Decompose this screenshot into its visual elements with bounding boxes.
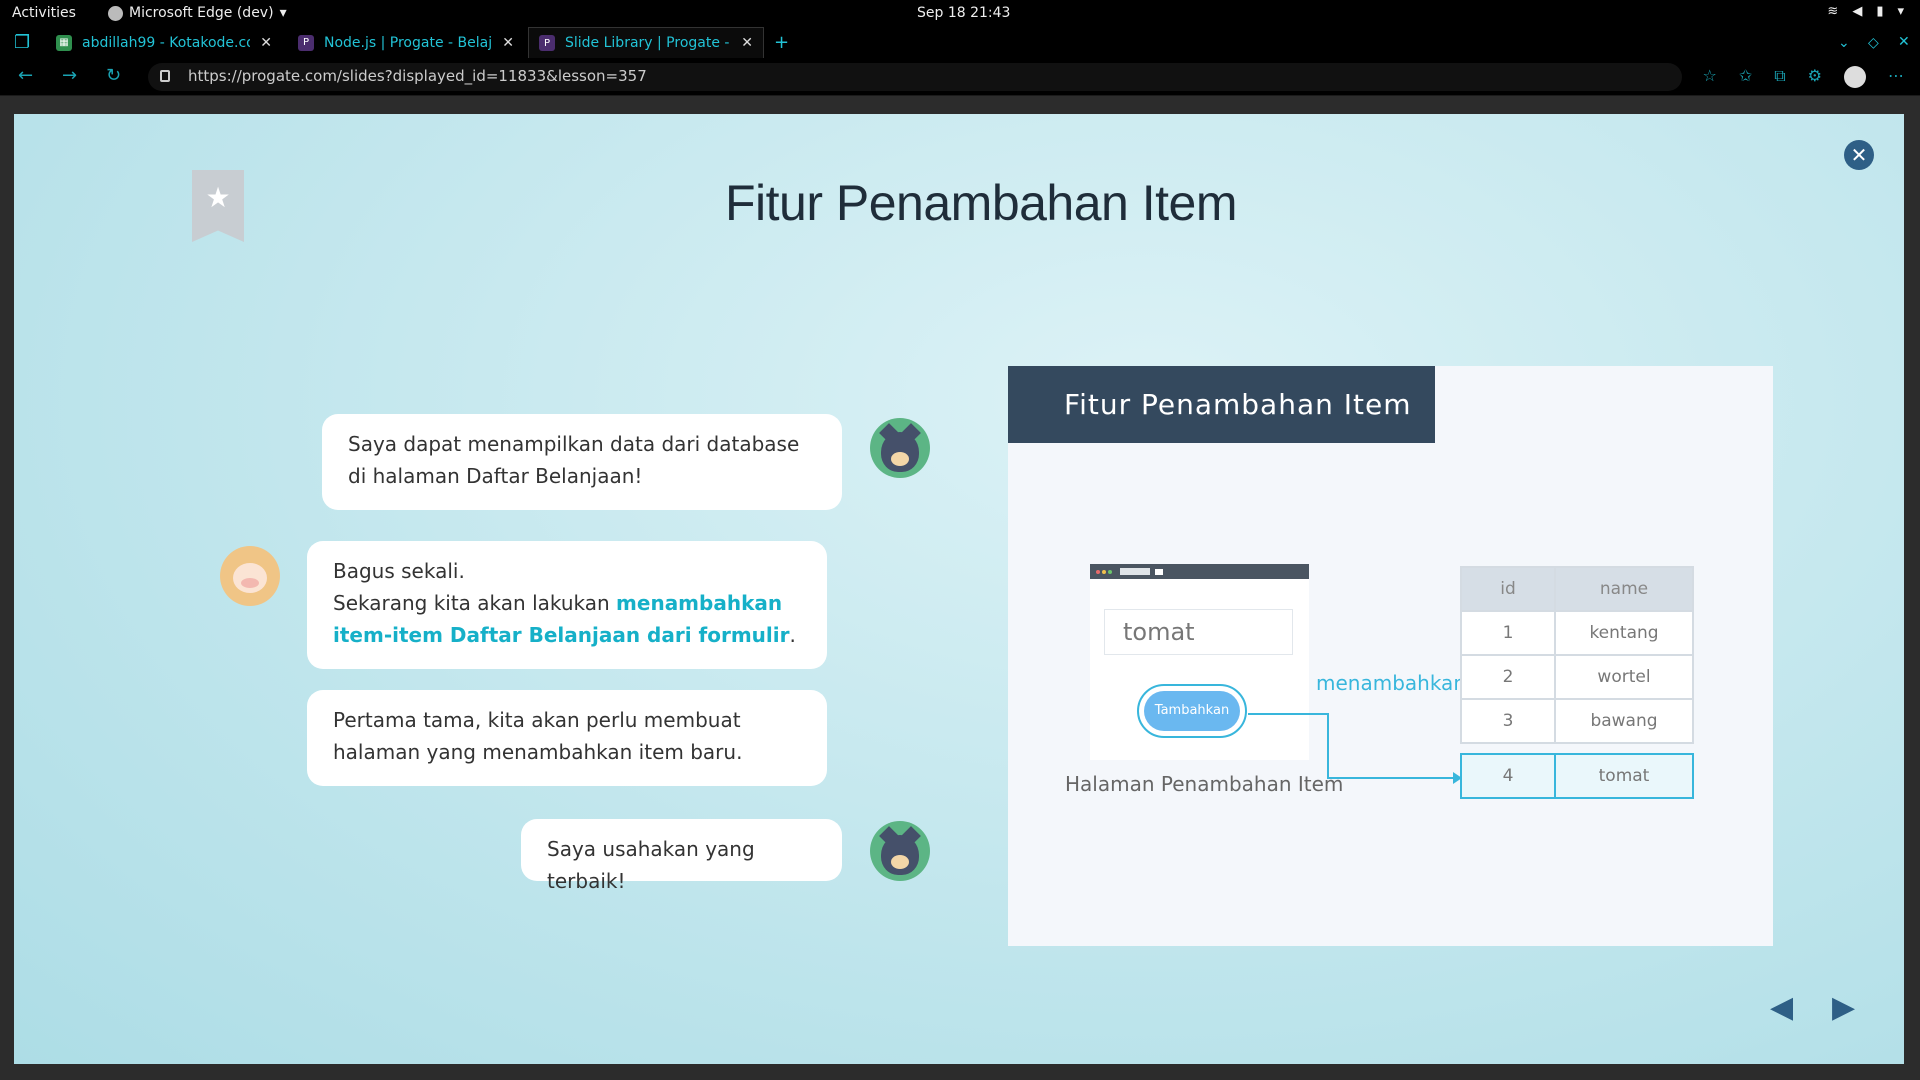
table-cell: tomat	[1554, 753, 1694, 799]
progate-favicon-icon: P	[539, 35, 555, 51]
chat-bubble: Saya usahakan yang terbaik!	[521, 819, 842, 893]
extensions-icon[interactable]: ⚙	[1808, 66, 1822, 88]
flow-arrow	[1248, 713, 1462, 784]
message-text: Bagus sekali.	[333, 559, 465, 583]
system-top-bar: Activities Microsoft Edge (dev) ▾ Sep 18…	[0, 0, 1920, 27]
volume-icon: ◀	[1852, 4, 1863, 19]
tab-nodejs[interactable]: P Node.js | Progate - Belajar ✕	[288, 27, 524, 58]
tab-title: Node.js | Progate - Belajar	[324, 34, 493, 51]
table-cell: 1	[1460, 610, 1556, 656]
lock-icon[interactable]	[160, 70, 170, 82]
page-content: ✕ ★ Fitur Penambahan Item Saya dapat men…	[0, 96, 1920, 1080]
tab-slide-library[interactable]: P Slide Library | Progate - Belajar ✕	[528, 27, 764, 58]
tab-actions-icon[interactable]: ❐	[14, 32, 30, 53]
close-tab-icon[interactable]: ✕	[502, 35, 514, 51]
wifi-icon: ≋	[1827, 4, 1839, 19]
table-row: 1 kentang	[1460, 610, 1694, 656]
close-window-icon[interactable]: ✕	[1898, 34, 1910, 50]
tab-strip: ❐ ▦ abdillah99 - Kotakode.com ✕ P Node.j…	[0, 27, 1920, 58]
chat-bubble: Bagus sekali. Sekarang kita akan lakukan…	[307, 541, 827, 669]
battery-icon: ▮	[1876, 4, 1884, 19]
tab-search-icon[interactable]: ⌄	[1838, 35, 1850, 51]
activities-button[interactable]: Activities	[12, 5, 76, 21]
column-header: name	[1554, 566, 1694, 612]
cat-avatar	[870, 418, 930, 478]
favorites-icon[interactable]: ✩	[1739, 66, 1752, 88]
table-row: 2 wortel	[1460, 654, 1694, 700]
table-cell: bawang	[1554, 698, 1694, 744]
address-bar: ← → ↻ https://progate.com/slides?display…	[0, 58, 1920, 96]
close-icon[interactable]: ✕	[1844, 140, 1874, 170]
message-text: Saya usahakan yang terbaik!	[547, 837, 755, 893]
illustration-panel: Fitur Penambahan Item tomat Tambahkan Ha…	[1008, 366, 1773, 946]
table-cell: 2	[1460, 654, 1556, 700]
tab-kotakode[interactable]: ▦ abdillah99 - Kotakode.com ✕	[46, 27, 282, 58]
browser-toolbar: ☆ ✩ ⧉ ⚙ ⋯	[1702, 66, 1904, 88]
database-table: id name 1 kentang 2 wortel 3 bawang 4 to…	[1460, 566, 1694, 799]
message-text: .	[789, 623, 796, 647]
more-menu-icon[interactable]: ⋯	[1888, 66, 1904, 88]
slide-title: Fitur Penambahan Item	[725, 175, 1238, 231]
mock-add-button: Tambahkan	[1137, 684, 1247, 738]
add-favorite-icon[interactable]: ☆	[1702, 66, 1716, 88]
action-label: menambahkan	[1316, 671, 1466, 695]
tab-title: abdillah99 - Kotakode.com	[82, 34, 251, 51]
mock-input-field: tomat	[1104, 609, 1293, 655]
app-name: Microsoft Edge (dev)	[129, 5, 274, 21]
clock[interactable]: Sep 18 21:43	[917, 5, 1010, 21]
panel-header: Fitur Penambahan Item	[1008, 366, 1435, 443]
slide-modal: ✕ ★ Fitur Penambahan Item Saya dapat men…	[14, 114, 1904, 1064]
chevron-down-icon: ▾	[279, 5, 287, 21]
message-text: Sekarang kita akan lakukan	[333, 591, 617, 615]
settings-icon[interactable]: ◇	[1868, 35, 1879, 51]
next-slide-icon[interactable]: ▶	[1832, 990, 1855, 1025]
column-header: id	[1460, 566, 1556, 612]
url-field[interactable]: https://progate.com/slides?displayed_id=…	[148, 63, 1682, 91]
app-menu[interactable]: Microsoft Edge (dev) ▾	[108, 5, 287, 21]
edge-icon	[108, 5, 123, 21]
table-row: 3 bawang	[1460, 698, 1694, 744]
prev-slide-icon[interactable]: ◀	[1770, 990, 1793, 1025]
back-icon[interactable]: ←	[18, 65, 33, 86]
message-text: Saya dapat menampilkan data dari databas…	[348, 432, 800, 488]
mock-button-label: Tambahkan	[1144, 691, 1240, 731]
chevron-down-icon: ▾	[1897, 4, 1904, 19]
sheep-avatar	[220, 546, 280, 606]
close-tab-icon[interactable]: ✕	[260, 35, 272, 51]
table-cell: wortel	[1554, 654, 1694, 700]
tab-title: Slide Library | Progate - Belajar	[565, 35, 731, 51]
table-cell: 3	[1460, 698, 1556, 744]
system-tray[interactable]: ≋ ◀ ▮ ▾	[1827, 4, 1904, 19]
kotakode-favicon-icon: ▦	[56, 34, 72, 51]
chat-bubble: Pertama tama, kita akan perlu membuat ha…	[307, 690, 827, 786]
profile-icon[interactable]	[1844, 66, 1866, 88]
close-tab-icon[interactable]: ✕	[741, 35, 753, 51]
collections-icon[interactable]: ⧉	[1774, 66, 1785, 88]
table-header-row: id name	[1460, 566, 1694, 612]
new-table-row: 4 tomat	[1460, 753, 1694, 799]
progate-favicon-icon: P	[298, 34, 314, 51]
forward-icon[interactable]: →	[62, 65, 77, 86]
message-text: Pertama tama, kita akan perlu membuat ha…	[333, 708, 743, 764]
table-cell: 4	[1460, 753, 1556, 799]
table-cell: kentang	[1554, 610, 1694, 656]
reload-icon[interactable]: ↻	[106, 65, 121, 86]
new-tab-icon[interactable]: +	[774, 32, 789, 53]
chat-bubble: Saya dapat menampilkan data dari databas…	[322, 414, 842, 510]
cat-avatar	[870, 821, 930, 881]
